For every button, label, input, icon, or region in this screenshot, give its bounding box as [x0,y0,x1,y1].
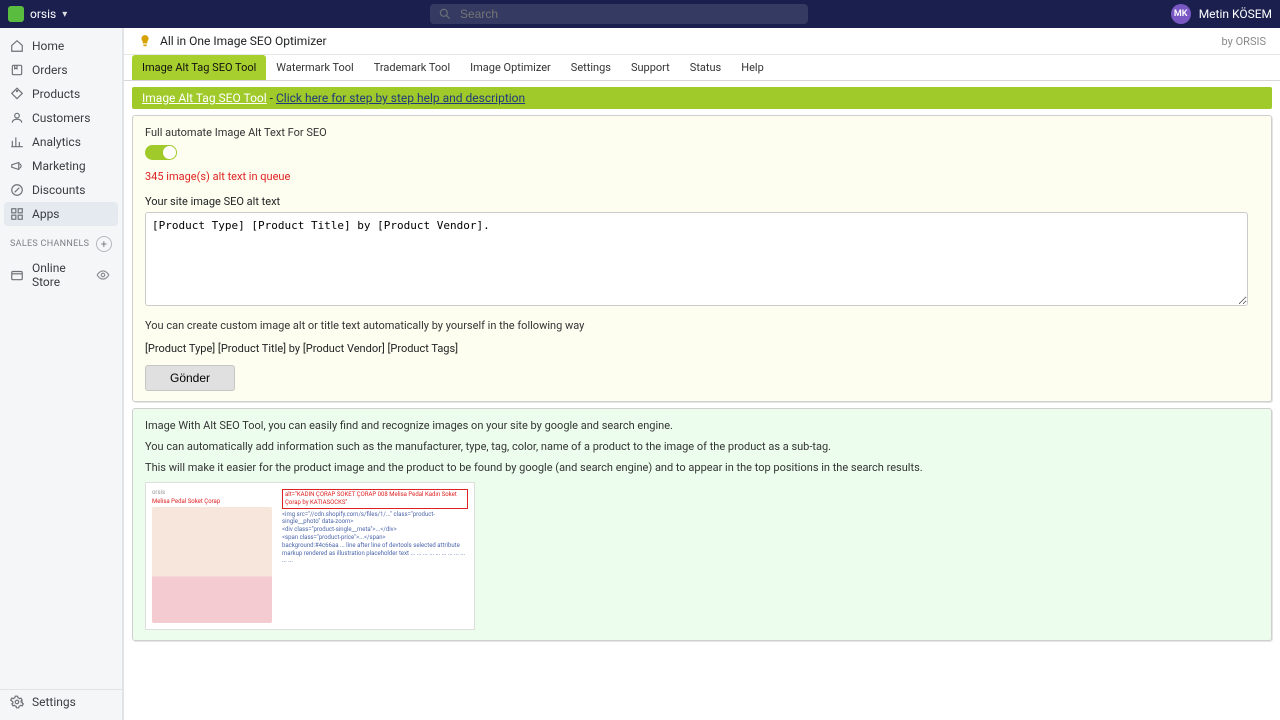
tab-trademark[interactable]: Trademark Tool [364,55,460,80]
sidebar-item-label: Online Store [32,261,88,289]
queue-status: 345 image(s) alt text in queue [145,170,1259,183]
store-switcher[interactable]: orsis ▾ [8,6,67,22]
add-channel-button[interactable]: + [96,236,112,252]
sidebar-item-analytics[interactable]: Analytics [0,130,122,154]
sidebar-item-label: Customers [32,111,90,125]
sidebar-item-settings[interactable]: Settings [0,689,122,714]
sidebar-item-label: Home [32,39,64,53]
avatar: MK [1171,4,1191,24]
sidebar-item-products[interactable]: Products [0,82,122,106]
alt-text-input[interactable] [145,212,1248,306]
tab-settings[interactable]: Settings [561,55,621,80]
page-banner: Image Alt Tag SEO Tool - Click here for … [132,87,1272,109]
chevron-down-icon: ▾ [62,9,67,20]
example-screenshot: orsis Melisa Pedal Soket Çorap alt="KADI… [145,482,475,630]
tag-icon [10,87,24,101]
sidebar-item-label: Analytics [32,135,81,149]
sidebar-item-label: Orders [32,63,68,77]
analytics-icon [10,135,24,149]
sidebar-item-orders[interactable]: Orders [0,58,122,82]
shopify-icon [8,6,24,22]
store-name: orsis [30,7,56,21]
search-input[interactable] [458,6,800,22]
app-vendor: by ORSIS [1222,35,1266,48]
customers-icon [10,111,24,125]
sidebar-item-apps[interactable]: Apps [4,202,118,226]
automate-toggle[interactable] [145,145,177,160]
sales-channels-header: SALES CHANNELS + [0,226,122,256]
tab-support[interactable]: Support [621,55,680,80]
alt-text-label: Your site image SEO alt text [145,195,1259,208]
tab-alt-tag[interactable]: Image Alt Tag SEO Tool [132,55,266,80]
store-icon [10,268,24,282]
megaphone-icon [10,159,24,173]
sidebar-item-online-store[interactable]: Online Store [0,256,122,294]
user-menu[interactable]: MK Metin KÖSEM [1171,4,1272,24]
user-name: Metin KÖSEM [1199,7,1272,21]
sidebar-item-label: Discounts [32,183,85,197]
apps-icon [10,207,24,221]
lightbulb-icon [138,34,152,48]
banner-title: Image Alt Tag SEO Tool [142,91,267,105]
orders-icon [10,63,24,77]
search-icon [438,7,452,21]
tab-status[interactable]: Status [680,55,731,80]
sidebar-item-marketing[interactable]: Marketing [0,154,122,178]
template-text: [Product Type] [Product Title] by [Produ… [145,342,1259,355]
eye-icon[interactable] [96,268,110,282]
sidebar-item-home[interactable]: Home [0,34,122,58]
gear-icon [10,695,24,709]
hint-text: You can create custom image alt or title… [145,319,1259,332]
app-title: All in One Image SEO Optimizer [160,34,327,48]
banner-help-link[interactable]: Click here for step by step help and des… [276,91,525,105]
info-paragraph: You can automatically add information su… [145,440,1259,453]
sidebar-item-label: Products [32,87,80,101]
info-paragraph: Image With Alt SEO Tool, you can easily … [145,419,1259,432]
global-search[interactable] [430,4,808,24]
info-paragraph: This will make it easier for the product… [145,461,1259,474]
automate-label: Full automate Image Alt Text For SEO [145,126,1259,139]
sidebar-item-discounts[interactable]: Discounts [0,178,122,202]
discount-icon [10,183,24,197]
submit-button[interactable]: Gönder [145,365,235,391]
sidebar-item-label: Marketing [32,159,86,173]
sidebar-item-label: Apps [32,207,60,221]
tab-watermark[interactable]: Watermark Tool [266,55,363,80]
sidebar-item-label: Settings [32,695,76,709]
tab-help[interactable]: Help [731,55,774,80]
app-tabs: Image Alt Tag SEO Tool Watermark Tool Tr… [124,55,1280,81]
home-icon [10,39,24,53]
sidebar-item-customers[interactable]: Customers [0,106,122,130]
tab-optimizer[interactable]: Image Optimizer [460,55,561,80]
